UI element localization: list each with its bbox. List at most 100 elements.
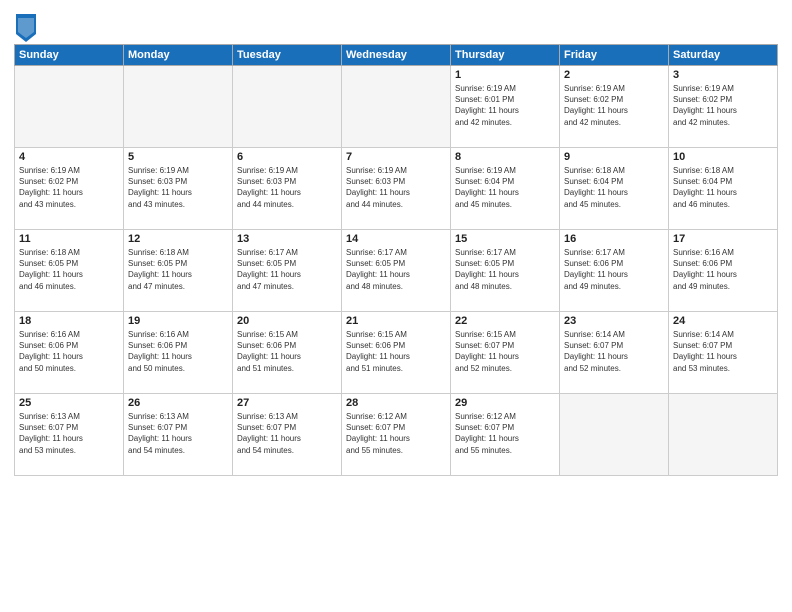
calendar-cell: 24 Sunrise: 6:14 AM Sunset: 6:07 PM Dayli… bbox=[669, 312, 778, 394]
logo-icon bbox=[16, 14, 36, 42]
day-number: 24 bbox=[673, 315, 773, 327]
day-number: 16 bbox=[564, 233, 664, 245]
day-info: Sunrise: 6:18 AM Sunset: 6:04 PM Dayligh… bbox=[564, 165, 664, 210]
day-info: Sunrise: 6:19 AM Sunset: 6:02 PM Dayligh… bbox=[673, 83, 773, 128]
day-info: Sunrise: 6:19 AM Sunset: 6:04 PM Dayligh… bbox=[455, 165, 555, 210]
day-info: Sunrise: 6:17 AM Sunset: 6:05 PM Dayligh… bbox=[346, 247, 446, 292]
calendar-cell: 18 Sunrise: 6:16 AM Sunset: 6:06 PM Dayli… bbox=[15, 312, 124, 394]
calendar-cell: 23 Sunrise: 6:14 AM Sunset: 6:07 PM Dayli… bbox=[560, 312, 669, 394]
day-number: 6 bbox=[237, 151, 337, 163]
day-info: Sunrise: 6:15 AM Sunset: 6:06 PM Dayligh… bbox=[346, 329, 446, 374]
day-number: 10 bbox=[673, 151, 773, 163]
day-number: 22 bbox=[455, 315, 555, 327]
day-info: Sunrise: 6:19 AM Sunset: 6:03 PM Dayligh… bbox=[128, 165, 228, 210]
day-number: 14 bbox=[346, 233, 446, 245]
calendar-cell: 4 Sunrise: 6:19 AM Sunset: 6:02 PM Daylig… bbox=[15, 148, 124, 230]
calendar-cell: 9 Sunrise: 6:18 AM Sunset: 6:04 PM Daylig… bbox=[560, 148, 669, 230]
day-info: Sunrise: 6:12 AM Sunset: 6:07 PM Dayligh… bbox=[455, 411, 555, 456]
calendar-cell: 3 Sunrise: 6:19 AM Sunset: 6:02 PM Daylig… bbox=[669, 66, 778, 148]
calendar-cell: 12Sunrise: 6:18 AM Sunset: 6:05 PM Dayli… bbox=[124, 230, 233, 312]
calendar-cell: 15 Sunrise: 6:17 AM Sunset: 6:05 PM Dayli… bbox=[451, 230, 560, 312]
calendar-week-row: 11Sunrise: 6:18 AM Sunset: 6:05 PM Dayli… bbox=[15, 230, 778, 312]
calendar-cell: 7Sunrise: 6:19 AM Sunset: 6:03 PM Daylig… bbox=[342, 148, 451, 230]
weekday-header: Saturday bbox=[669, 45, 778, 66]
day-info: Sunrise: 6:16 AM Sunset: 6:06 PM Dayligh… bbox=[19, 329, 119, 374]
day-info: Sunrise: 6:17 AM Sunset: 6:05 PM Dayligh… bbox=[237, 247, 337, 292]
calendar-week-row: 4 Sunrise: 6:19 AM Sunset: 6:02 PM Daylig… bbox=[15, 148, 778, 230]
calendar-cell: 21Sunrise: 6:15 AM Sunset: 6:06 PM Dayli… bbox=[342, 312, 451, 394]
calendar-cell bbox=[124, 66, 233, 148]
calendar-week-row: 1Sunrise: 6:19 AM Sunset: 6:01 PM Daylig… bbox=[15, 66, 778, 148]
day-info: Sunrise: 6:17 AM Sunset: 6:06 PM Dayligh… bbox=[564, 247, 664, 292]
calendar-cell bbox=[15, 66, 124, 148]
day-info: Sunrise: 6:13 AM Sunset: 6:07 PM Dayligh… bbox=[237, 411, 337, 456]
calendar-cell: 1Sunrise: 6:19 AM Sunset: 6:01 PM Daylig… bbox=[451, 66, 560, 148]
day-number: 28 bbox=[346, 397, 446, 409]
day-number: 5 bbox=[128, 151, 228, 163]
day-info: Sunrise: 6:19 AM Sunset: 6:03 PM Dayligh… bbox=[346, 165, 446, 210]
calendar-cell bbox=[342, 66, 451, 148]
day-number: 2 bbox=[564, 69, 664, 81]
day-info: Sunrise: 6:15 AM Sunset: 6:07 PM Dayligh… bbox=[455, 329, 555, 374]
day-info: Sunrise: 6:18 AM Sunset: 6:05 PM Dayligh… bbox=[19, 247, 119, 292]
weekday-header: Sunday bbox=[15, 45, 124, 66]
calendar-cell: 2 Sunrise: 6:19 AM Sunset: 6:02 PM Daylig… bbox=[560, 66, 669, 148]
weekday-header: Thursday bbox=[451, 45, 560, 66]
day-info: Sunrise: 6:12 AM Sunset: 6:07 PM Dayligh… bbox=[346, 411, 446, 456]
day-info: Sunrise: 6:14 AM Sunset: 6:07 PM Dayligh… bbox=[673, 329, 773, 374]
header bbox=[14, 10, 778, 38]
day-info: Sunrise: 6:17 AM Sunset: 6:05 PM Dayligh… bbox=[455, 247, 555, 292]
calendar-cell: 19 Sunrise: 6:16 AM Sunset: 6:06 PM Dayli… bbox=[124, 312, 233, 394]
day-info: Sunrise: 6:19 AM Sunset: 6:03 PM Dayligh… bbox=[237, 165, 337, 210]
calendar-cell: 29 Sunrise: 6:12 AM Sunset: 6:07 PM Dayli… bbox=[451, 394, 560, 476]
calendar-cell bbox=[669, 394, 778, 476]
day-info: Sunrise: 6:19 AM Sunset: 6:02 PM Dayligh… bbox=[19, 165, 119, 210]
calendar-cell: 11Sunrise: 6:18 AM Sunset: 6:05 PM Dayli… bbox=[15, 230, 124, 312]
calendar-cell: 26Sunrise: 6:13 AM Sunset: 6:07 PM Dayli… bbox=[124, 394, 233, 476]
day-number: 15 bbox=[455, 233, 555, 245]
day-number: 17 bbox=[673, 233, 773, 245]
calendar-cell bbox=[560, 394, 669, 476]
day-info: Sunrise: 6:18 AM Sunset: 6:05 PM Dayligh… bbox=[128, 247, 228, 292]
calendar-cell: 25 Sunrise: 6:13 AM Sunset: 6:07 PM Dayli… bbox=[15, 394, 124, 476]
calendar-cell: 8 Sunrise: 6:19 AM Sunset: 6:04 PM Daylig… bbox=[451, 148, 560, 230]
logo bbox=[14, 14, 36, 38]
calendar-cell bbox=[233, 66, 342, 148]
day-info: Sunrise: 6:15 AM Sunset: 6:06 PM Dayligh… bbox=[237, 329, 337, 374]
day-info: Sunrise: 6:13 AM Sunset: 6:07 PM Dayligh… bbox=[19, 411, 119, 456]
calendar-cell: 6 Sunrise: 6:19 AM Sunset: 6:03 PM Daylig… bbox=[233, 148, 342, 230]
day-info: Sunrise: 6:19 AM Sunset: 6:02 PM Dayligh… bbox=[564, 83, 664, 128]
calendar-cell: 17Sunrise: 6:16 AM Sunset: 6:06 PM Dayli… bbox=[669, 230, 778, 312]
day-number: 3 bbox=[673, 69, 773, 81]
page: SundayMondayTuesdayWednesdayThursdayFrid… bbox=[0, 0, 792, 612]
weekday-header: Tuesday bbox=[233, 45, 342, 66]
day-info: Sunrise: 6:18 AM Sunset: 6:04 PM Dayligh… bbox=[673, 165, 773, 210]
day-info: Sunrise: 6:14 AM Sunset: 6:07 PM Dayligh… bbox=[564, 329, 664, 374]
day-number: 18 bbox=[19, 315, 119, 327]
day-number: 29 bbox=[455, 397, 555, 409]
calendar-cell: 14 Sunrise: 6:17 AM Sunset: 6:05 PM Dayli… bbox=[342, 230, 451, 312]
calendar-cell: 5 Sunrise: 6:19 AM Sunset: 6:03 PM Daylig… bbox=[124, 148, 233, 230]
weekday-header: Monday bbox=[124, 45, 233, 66]
calendar-cell: 20Sunrise: 6:15 AM Sunset: 6:06 PM Dayli… bbox=[233, 312, 342, 394]
day-number: 1 bbox=[455, 69, 555, 81]
day-number: 8 bbox=[455, 151, 555, 163]
calendar-week-row: 25 Sunrise: 6:13 AM Sunset: 6:07 PM Dayli… bbox=[15, 394, 778, 476]
calendar-cell: 16 Sunrise: 6:17 AM Sunset: 6:06 PM Dayli… bbox=[560, 230, 669, 312]
calendar-cell: 10 Sunrise: 6:18 AM Sunset: 6:04 PM Dayli… bbox=[669, 148, 778, 230]
day-number: 27 bbox=[237, 397, 337, 409]
weekday-header: Friday bbox=[560, 45, 669, 66]
day-info: Sunrise: 6:16 AM Sunset: 6:06 PM Dayligh… bbox=[128, 329, 228, 374]
weekday-header-row: SundayMondayTuesdayWednesdayThursdayFrid… bbox=[15, 45, 778, 66]
day-number: 13 bbox=[237, 233, 337, 245]
day-number: 9 bbox=[564, 151, 664, 163]
calendar-cell: 22 Sunrise: 6:15 AM Sunset: 6:07 PM Dayli… bbox=[451, 312, 560, 394]
day-number: 26 bbox=[128, 397, 228, 409]
calendar-table: SundayMondayTuesdayWednesdayThursdayFrid… bbox=[14, 44, 778, 476]
day-number: 23 bbox=[564, 315, 664, 327]
day-number: 19 bbox=[128, 315, 228, 327]
calendar-cell: 13 Sunrise: 6:17 AM Sunset: 6:05 PM Dayli… bbox=[233, 230, 342, 312]
calendar-cell: 27 Sunrise: 6:13 AM Sunset: 6:07 PM Dayli… bbox=[233, 394, 342, 476]
day-number: 25 bbox=[19, 397, 119, 409]
day-number: 4 bbox=[19, 151, 119, 163]
